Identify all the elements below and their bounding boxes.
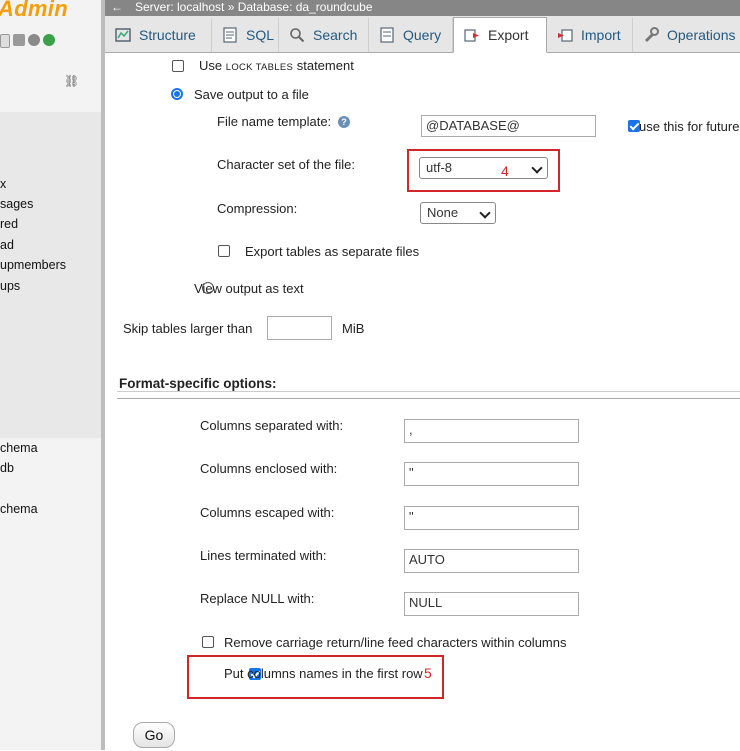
database-item[interactable]: ups bbox=[0, 279, 20, 293]
save-to-file-radio[interactable] bbox=[171, 88, 183, 100]
lines-terminated-label: Lines terminated with: bbox=[200, 548, 327, 563]
link-icon[interactable]: ⛓ bbox=[64, 74, 79, 88]
tab-label: Query bbox=[403, 27, 442, 43]
tab-label: Search bbox=[313, 27, 358, 43]
tab-structure[interactable]: Structure bbox=[105, 18, 212, 52]
lock-tables-keyword: LOCK TABLES bbox=[225, 62, 294, 73]
replace-null-label: Replace NULL with: bbox=[200, 591, 315, 606]
go-button[interactable]: Go bbox=[133, 722, 175, 748]
annotation-number: 4 bbox=[501, 163, 509, 179]
columns-escaped-input[interactable]: " bbox=[404, 506, 579, 530]
search-icon bbox=[289, 27, 305, 43]
file-name-template-input[interactable]: @DATABASE@ bbox=[421, 115, 596, 137]
replace-null-input[interactable]: NULL bbox=[404, 592, 579, 616]
tab-import[interactable]: Import bbox=[547, 18, 633, 52]
lock-tables-checkbox[interactable] bbox=[172, 60, 184, 72]
columns-enclosed-input[interactable]: " bbox=[404, 462, 579, 486]
charset-select[interactable]: utf-8 bbox=[419, 157, 548, 179]
tab-label: Import bbox=[581, 27, 621, 43]
tab-label: Export bbox=[488, 27, 529, 43]
breadcrumb-bar: ← Server: localhost » Database: da_round… bbox=[105, 0, 740, 16]
reload-icon[interactable] bbox=[43, 34, 55, 46]
remove-crlf-label: Remove carriage return/line feed charact… bbox=[224, 635, 567, 650]
logo: Admin bbox=[0, 0, 68, 21]
skip-tables-input[interactable] bbox=[267, 316, 332, 340]
charset-label: Character set of the file: bbox=[217, 157, 356, 172]
tab-label: SQL bbox=[246, 27, 275, 43]
lock-tables-prefix: Use bbox=[199, 58, 226, 73]
compression-value: None bbox=[427, 205, 459, 220]
tab-sql[interactable]: SQL bbox=[212, 18, 279, 52]
view-as-text-label: View output as text bbox=[194, 281, 304, 296]
tab-export[interactable]: Export bbox=[453, 17, 547, 53]
separate-files-checkbox[interactable] bbox=[218, 245, 230, 257]
settings-icon[interactable] bbox=[28, 34, 40, 46]
tab-operations[interactable]: Operations bbox=[633, 18, 740, 52]
structure-icon bbox=[115, 27, 131, 43]
lines-terminated-input[interactable]: AUTO bbox=[404, 549, 579, 573]
chevron-down-icon bbox=[479, 207, 491, 219]
file-name-template-label: File name template: bbox=[217, 114, 332, 129]
breadcrumb[interactable]: Server: localhost » Database: da_roundcu… bbox=[135, 0, 373, 15]
lock-tables-label: Use LOCK TABLES statement bbox=[199, 58, 354, 73]
database-item[interactable]: sages bbox=[0, 197, 33, 211]
skip-tables-label: Skip tables larger than bbox=[123, 321, 253, 336]
export-icon bbox=[464, 27, 480, 43]
exit-icon[interactable] bbox=[13, 34, 25, 46]
navigation-sidebar: Admin ⛓ x sages red ad upmembers ups che… bbox=[0, 0, 104, 750]
columns-separated-input[interactable]: , bbox=[404, 419, 579, 443]
query-icon bbox=[379, 27, 395, 43]
remove-crlf-checkbox[interactable] bbox=[202, 636, 214, 648]
database-item[interactable]: db bbox=[0, 461, 14, 475]
database-item[interactable]: chema bbox=[0, 502, 38, 516]
tab-query[interactable]: Query bbox=[369, 18, 453, 52]
database-item[interactable]: red bbox=[0, 217, 18, 231]
database-item[interactable]: x bbox=[0, 177, 6, 191]
home-icon[interactable] bbox=[0, 34, 10, 48]
charset-value: utf-8 bbox=[426, 160, 453, 175]
separate-files-label: Export tables as separate files bbox=[245, 244, 420, 259]
sql-icon bbox=[222, 27, 238, 43]
save-to-file-label: Save output to a file bbox=[194, 87, 309, 102]
column-names-label: Put columns names in the first row bbox=[224, 666, 423, 681]
columns-separated-label: Columns separated with: bbox=[200, 418, 344, 433]
tab-search[interactable]: Search bbox=[279, 18, 369, 52]
database-item[interactable]: upmembers bbox=[0, 258, 66, 272]
columns-escaped-label: Columns escaped with: bbox=[200, 505, 335, 520]
compression-select[interactable]: None bbox=[420, 202, 496, 224]
export-form: Use LOCK TABLES statement Save output to… bbox=[105, 53, 740, 750]
import-icon bbox=[557, 27, 573, 43]
use-for-future-checkbox[interactable] bbox=[627, 120, 640, 132]
chevron-down-icon bbox=[531, 162, 543, 174]
annotation-number: 5 bbox=[424, 665, 432, 681]
compression-label: Compression: bbox=[217, 201, 298, 216]
tab-label: Structure bbox=[139, 27, 196, 43]
database-item[interactable]: chema bbox=[0, 441, 38, 455]
use-for-future-label: use this for future bbox=[639, 119, 740, 134]
help-icon[interactable]: ? bbox=[338, 116, 350, 128]
back-arrow-icon[interactable]: ← bbox=[109, 0, 125, 15]
tab-label: Operations bbox=[667, 27, 736, 43]
lock-tables-suffix: statement bbox=[293, 58, 354, 73]
divider bbox=[117, 391, 740, 392]
skip-tables-unit: MiB bbox=[342, 321, 365, 336]
database-tree bbox=[0, 112, 104, 438]
wrench-icon bbox=[643, 27, 659, 43]
tab-bar: Structure SQL Search Query Export Import… bbox=[105, 16, 740, 53]
sidebar-toolbar bbox=[0, 34, 55, 48]
database-item[interactable]: ad bbox=[0, 238, 14, 252]
format-options-heading: Format-specific options: bbox=[119, 376, 277, 391]
columns-enclosed-label: Columns enclosed with: bbox=[200, 461, 338, 476]
